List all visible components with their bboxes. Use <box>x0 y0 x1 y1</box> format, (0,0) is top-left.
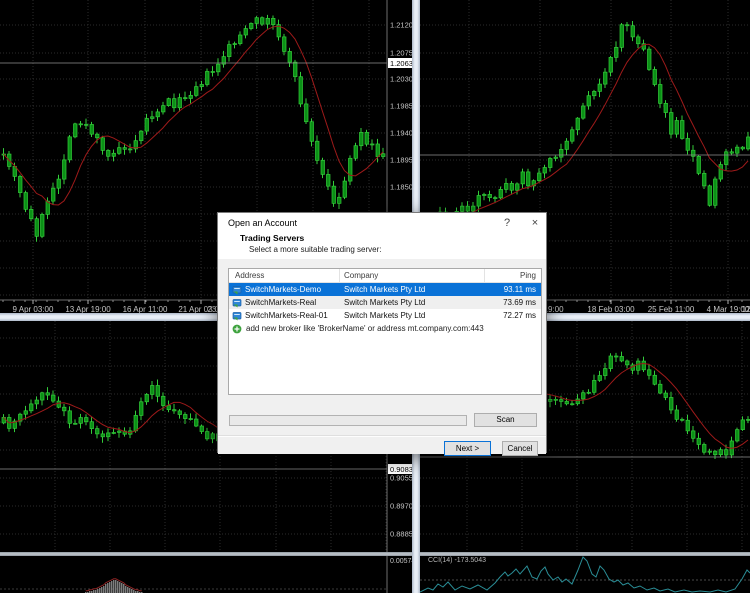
column-header-address[interactable]: Address <box>229 269 340 282</box>
server-icon <box>232 311 242 321</box>
dialog-subheading: Select a more suitable trading server: <box>249 245 382 254</box>
cancel-button[interactable]: Cancel <box>502 441 538 456</box>
svg-text:0.9055: 0.9055 <box>390 474 412 483</box>
svg-text:0.9083: 0.9083 <box>390 465 412 474</box>
svg-text:1.1940: 1.1940 <box>390 129 412 138</box>
add-broker-row[interactable]: add new broker like 'BrokerName' or addr… <box>229 322 541 335</box>
help-button[interactable]: ? <box>496 215 518 231</box>
indicator-window-splitter[interactable] <box>0 552 750 556</box>
svg-text:1.2120: 1.2120 <box>390 21 412 30</box>
svg-text:1.2063: 1.2063 <box>390 59 412 68</box>
metatrader-workspace: 1.2120 1.2075 1.2030 1.1985 1.1940 1.1895 1.18… <box>0 0 750 593</box>
svg-text:0.8885: 0.8885 <box>390 530 412 539</box>
server-address: SwitchMarkets-Real-01 <box>245 309 328 322</box>
svg-text:0.8970: 0.8970 <box>390 502 412 511</box>
dialog-title: Open an Account <box>228 218 297 228</box>
add-broker-icon <box>232 324 242 334</box>
server-company: Switch Markets Pty Ltd <box>340 296 485 309</box>
column-header-company[interactable]: Company <box>340 269 485 282</box>
server-row[interactable]: SwitchMarkets-Real-01 Switch Markets Pty … <box>229 309 541 322</box>
dialog-heading: Trading Servers <box>240 233 304 243</box>
server-icon <box>232 298 242 308</box>
server-table: Address Company Ping SwitchMarkets-DemoS… <box>228 268 542 395</box>
server-ping: 73.69 ms <box>485 296 541 309</box>
open-account-dialog: Open an Account ? × Trading Servers Sele… <box>217 212 547 453</box>
svg-text:1.1895: 1.1895 <box>390 156 412 165</box>
dialog-body: Address Company Ping SwitchMarkets-DemoS… <box>218 259 546 454</box>
close-icon[interactable]: × <box>524 215 546 231</box>
server-row[interactable]: SwitchMarkets-Demo Switch Markets Pty Ltd… <box>229 283 541 296</box>
scan-button[interactable]: Scan <box>474 413 537 427</box>
svg-text:1.1985: 1.1985 <box>390 102 412 111</box>
next-button[interactable]: Next > <box>444 441 491 456</box>
add-broker-label: add new broker like 'BrokerName' or addr… <box>246 322 484 335</box>
server-row[interactable]: SwitchMarkets-Real Switch Markets Pty Ltd… <box>229 296 541 309</box>
svg-text:1.2075: 1.2075 <box>390 49 412 58</box>
server-address: SwitchMarkets-Real <box>245 296 316 309</box>
svg-text:CCI(14) -173.5043: CCI(14) -173.5043 <box>428 557 486 564</box>
scan-progress-bar <box>229 415 467 426</box>
dialog-separator <box>218 435 546 437</box>
svg-text:1.1850: 1.1850 <box>390 183 412 192</box>
svg-text:0.00574: 0.00574 <box>390 558 412 565</box>
svg-text:1.2030: 1.2030 <box>390 75 412 84</box>
server-table-header: Address Company Ping <box>229 269 541 283</box>
server-table-body: SwitchMarkets-Demo Switch Markets Pty Ltd… <box>229 283 541 322</box>
server-icon <box>232 285 242 295</box>
server-ping: 72.27 ms <box>485 309 541 322</box>
server-address: SwitchMarkets-Demo <box>245 283 321 296</box>
server-ping: 93.11 ms <box>485 283 541 296</box>
server-company: Switch Markets Pty Ltd <box>340 309 485 322</box>
column-header-ping[interactable]: Ping <box>485 269 541 282</box>
server-company: Switch Markets Pty Ltd <box>340 283 485 296</box>
